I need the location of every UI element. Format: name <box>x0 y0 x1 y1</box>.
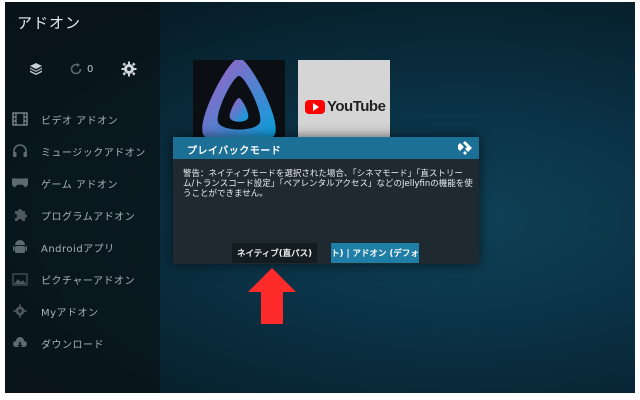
refresh-icon[interactable] <box>69 60 83 78</box>
dialog-message: 警告：ネイティブモードを選択された場合、「シネマモード」「直ストリーム/トランス… <box>183 169 473 199</box>
dialog-header: プレイバックモード <box>173 137 479 159</box>
dialog-title: プレイバックモード <box>187 146 282 157</box>
sidebar-item-android-apps[interactable]: Androidアプリ <box>5 234 160 260</box>
sidebar-item-label: Androidアプリ <box>41 243 115 255</box>
picture-icon <box>12 271 28 287</box>
sidebar-item-downloads[interactable]: ダウンロード <box>5 330 160 356</box>
sidebar-item-label: ミュージックアドオン <box>41 147 146 159</box>
jellyfin-logo <box>202 60 276 140</box>
sidebar-item-music-addons[interactable]: ミュージックアドオン <box>5 138 160 164</box>
cloud-download-icon <box>12 335 28 351</box>
sidebar-item-label: ゲーム アドオン <box>41 179 118 191</box>
red-arrow-annotation <box>248 268 296 324</box>
gamepad-icon <box>12 175 28 191</box>
page-title: アドオン <box>17 14 82 32</box>
android-icon <box>12 239 28 255</box>
sidebar-item-label: ビデオ アドオン <box>41 115 119 127</box>
kodi-logo-icon <box>457 140 473 156</box>
playback-mode-dialog: プレイバックモード 警告：ネイティブモードを選択された場合、「シネマモード」「直… <box>173 137 479 264</box>
sidebar-item-game-addons[interactable]: ゲーム アドオン <box>5 170 160 196</box>
sidebar: アドオン 0 ビデオ アドオン ミュージックアドオン ゲーム アドオン プログラ… <box>5 2 160 395</box>
native-mode-button[interactable]: ネイティブ(直パス) <box>232 243 317 263</box>
youtube-logo: YouTube <box>305 98 386 115</box>
headphones-icon <box>12 143 28 159</box>
addon-mode-button[interactable]: ト) | アドオン (デフォ <box>331 243 419 263</box>
puzzle-icon <box>12 207 28 223</box>
sidebar-item-label: Myアドオン <box>41 307 99 319</box>
gear-icon <box>12 303 28 319</box>
sidebar-item-video-addons[interactable]: ビデオ アドオン <box>5 106 160 132</box>
youtube-thumbnail[interactable]: YouTube <box>298 60 390 140</box>
bottom-margin <box>0 393 640 400</box>
sidebar-item-label: プログラムアドオン <box>41 211 136 223</box>
kodi-screen: アドオン 0 ビデオ アドオン ミュージックアドオン ゲーム アドオン プログラ… <box>5 2 635 395</box>
gear-icon[interactable] <box>121 60 137 78</box>
jellyfin-thumbnail[interactable] <box>193 60 285 140</box>
sidebar-item-program-addons[interactable]: プログラムアドオン <box>5 202 160 228</box>
youtube-play-icon <box>305 99 325 114</box>
sidebar-item-label: ピクチャーアドオン <box>41 275 135 287</box>
sidebar-item-my-addons[interactable]: Myアドオン <box>5 298 160 324</box>
youtube-logo-text: YouTube <box>327 98 386 115</box>
sidebar-item-picture-addons[interactable]: ピクチャーアドオン <box>5 266 160 292</box>
update-count: 0 <box>87 63 94 75</box>
film-icon <box>12 111 28 127</box>
box-icon[interactable] <box>29 60 43 78</box>
sidebar-toolbar: 0 <box>29 60 149 80</box>
sidebar-item-label: ダウンロード <box>41 339 104 351</box>
